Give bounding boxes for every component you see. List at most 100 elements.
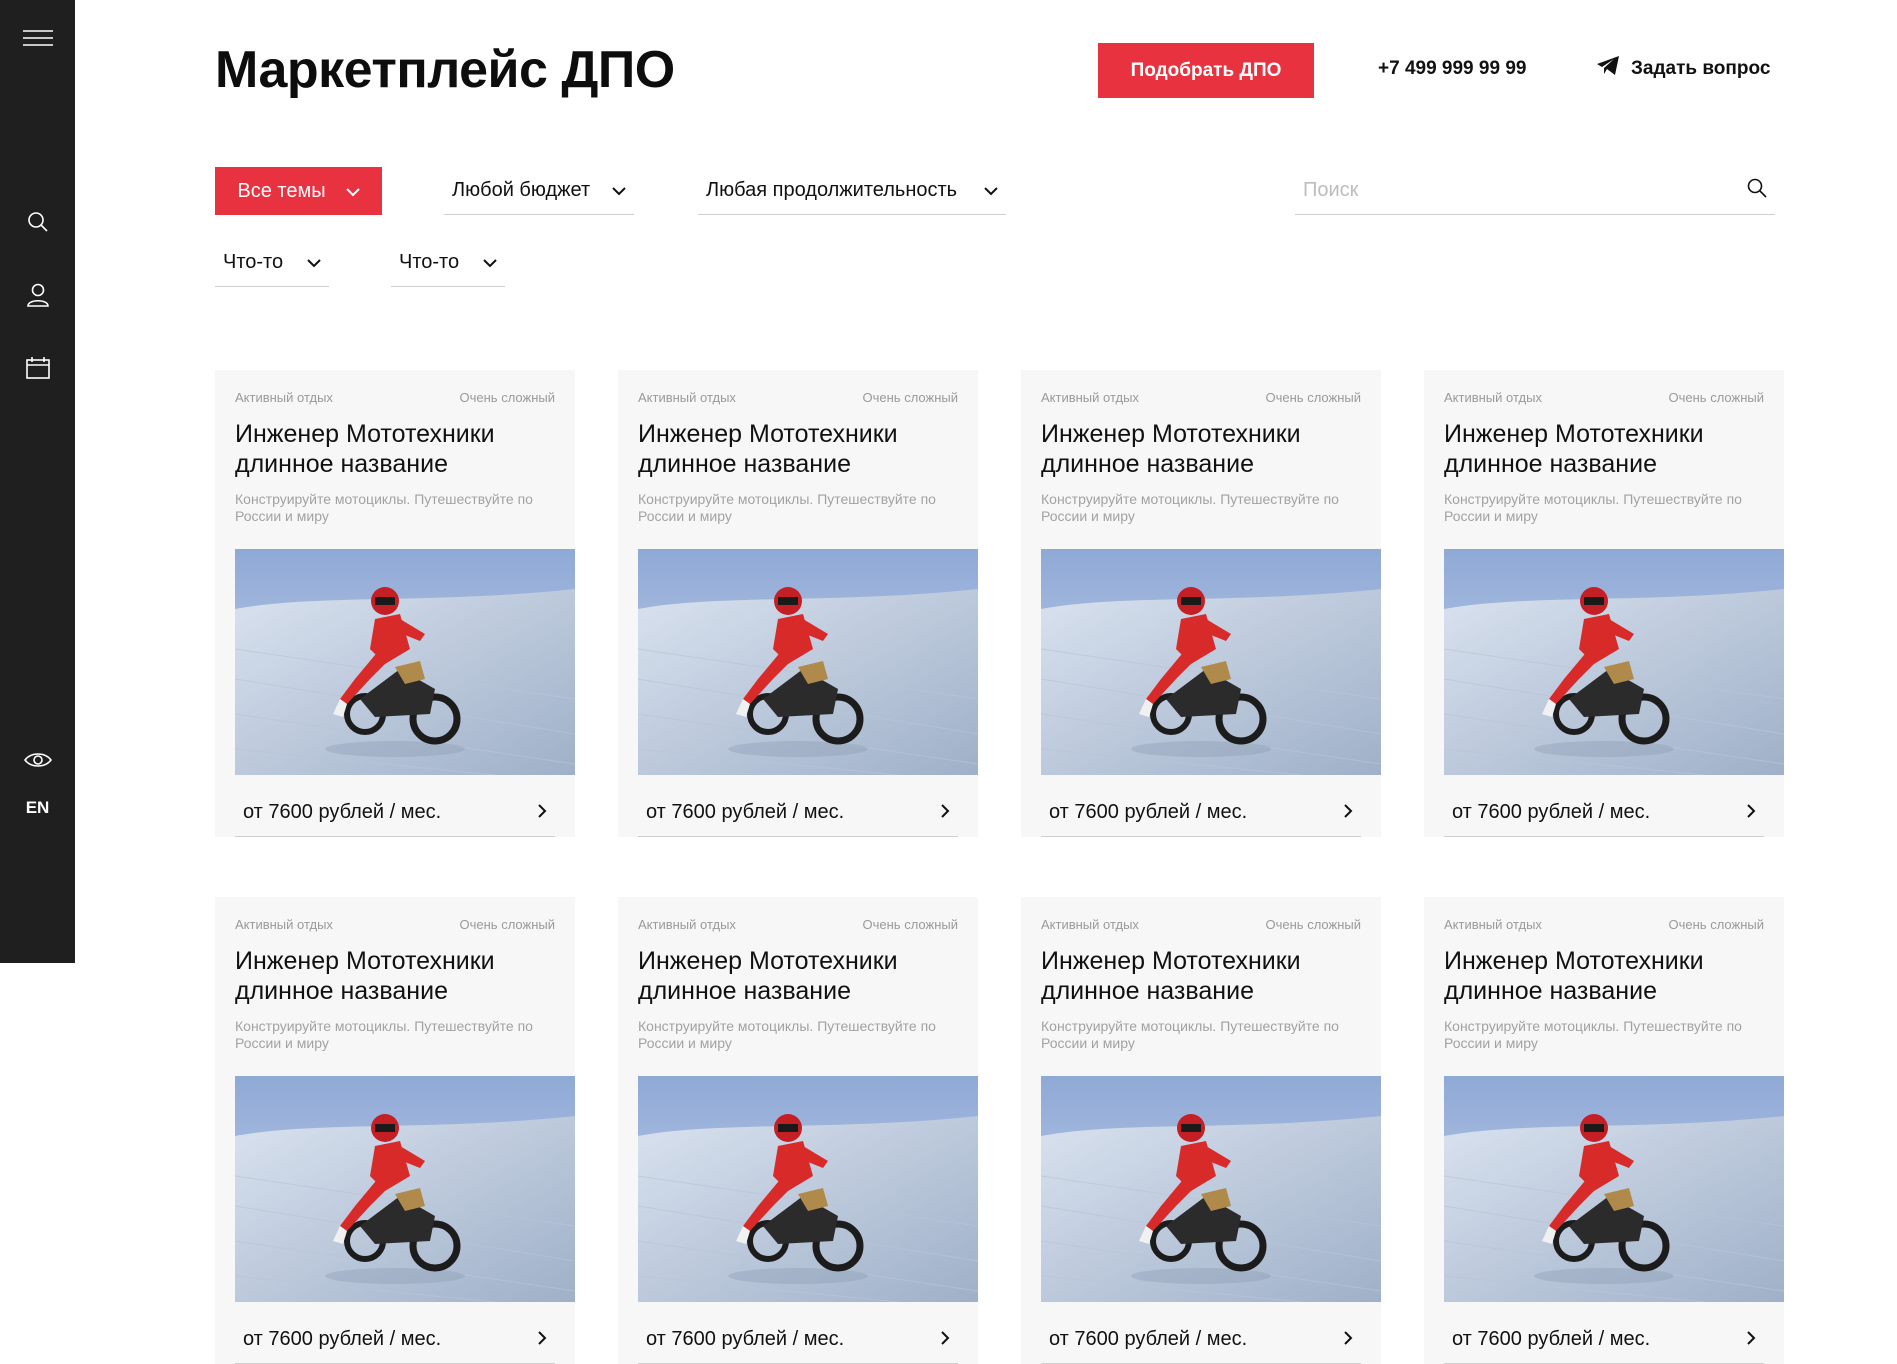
card-description: Конструируйте мотоциклы. Путешествуйте п…	[235, 1018, 533, 1051]
sidebar: EN	[0, 0, 75, 963]
card-category: Активный отдых	[235, 917, 333, 932]
card-title[interactable]: Инженер Мототехники длинное название	[1021, 932, 1381, 1006]
phone-link[interactable]: +7 499 999 99 99	[1378, 58, 1526, 80]
card-description: Конструируйте мотоциклы. Путешествуйте п…	[1444, 491, 1742, 524]
card-description: Конструируйте мотоциклы. Путешествуйте п…	[1041, 1018, 1339, 1051]
topics-filter-label: Все темы	[237, 179, 326, 202]
chevron-right-icon	[941, 1328, 950, 1351]
calendar-icon[interactable]	[0, 356, 75, 380]
card-price-link[interactable]: от 7600 рублей / мес.	[1444, 789, 1764, 837]
language-switch[interactable]: EN	[0, 798, 75, 818]
card-title[interactable]: Инженер Мототехники длинное название	[618, 932, 978, 1006]
eye-icon[interactable]	[0, 748, 75, 772]
card-title-line2: длинное название	[235, 977, 448, 1005]
card-difficulty: Очень сложный	[862, 917, 958, 932]
card-price: от 7600 рублей / мес.	[646, 801, 845, 823]
chevron-right-icon	[941, 801, 950, 824]
card-category: Активный отдых	[1444, 390, 1542, 405]
card-difficulty: Очень сложный	[1265, 917, 1361, 932]
page-title: Маркетплейс ДПО	[215, 41, 675, 99]
card-title[interactable]: Инженер Мототехники длинное название	[1424, 405, 1784, 479]
course-card[interactable]: Активный отдых Очень сложный Инженер Мот…	[1021, 897, 1381, 1364]
duration-filter[interactable]: Любая продолжительность	[698, 167, 1006, 215]
card-title-line2: длинное название	[1444, 450, 1657, 478]
chevron-right-icon	[538, 1328, 547, 1351]
card-title-line2: длинное название	[638, 450, 851, 478]
course-card[interactable]: Активный отдых Очень сложный Инженер Мот…	[1424, 370, 1784, 837]
card-title-line1: Инженер Мототехники	[235, 420, 495, 448]
card-difficulty: Очень сложный	[1668, 917, 1764, 932]
course-card[interactable]: Активный отдых Очень сложный Инженер Мот…	[1424, 897, 1784, 1364]
search-icon[interactable]	[1747, 178, 1767, 203]
card-price-link[interactable]: от 7600 рублей / мес.	[638, 1316, 958, 1364]
search-box[interactable]	[1295, 167, 1775, 215]
card-price: от 7600 рублей / мес.	[646, 1328, 845, 1350]
course-card[interactable]: Активный отдых Очень сложный Инженер Мот…	[215, 897, 575, 1364]
course-card[interactable]: Активный отдых Очень сложный Инженер Мот…	[618, 370, 978, 837]
card-image	[638, 1076, 978, 1302]
card-price: от 7600 рублей / мес.	[1049, 801, 1248, 823]
card-image	[235, 1076, 575, 1302]
card-price-link[interactable]: от 7600 рублей / мес.	[235, 789, 555, 837]
user-icon[interactable]	[0, 283, 75, 307]
card-price-link[interactable]: от 7600 рублей / мес.	[1444, 1316, 1764, 1364]
card-title-line2: длинное название	[1041, 977, 1254, 1005]
card-category: Активный отдых	[235, 390, 333, 405]
chevron-down-icon	[612, 179, 626, 202]
card-category: Активный отдых	[1041, 390, 1139, 405]
card-image	[1041, 1076, 1381, 1302]
extra-filter-1[interactable]: Что-то	[215, 239, 329, 287]
card-difficulty: Очень сложный	[459, 390, 555, 405]
card-description: Конструируйте мотоциклы. Путешествуйте п…	[1041, 491, 1339, 524]
card-title[interactable]: Инженер Мототехники длинное название	[215, 405, 575, 479]
card-title[interactable]: Инженер Мототехники длинное название	[1424, 932, 1784, 1006]
extra-filter-2-label: Что-то	[399, 251, 460, 273]
duration-filter-label: Любая продолжительность	[706, 179, 958, 201]
card-description: Конструируйте мотоциклы. Путешествуйте п…	[638, 491, 936, 524]
card-title-line1: Инженер Мототехники	[638, 420, 898, 448]
card-price-link[interactable]: от 7600 рублей / мес.	[235, 1316, 555, 1364]
card-price-link[interactable]: от 7600 рублей / мес.	[638, 789, 958, 837]
ask-question-link[interactable]: Задать вопрос	[1597, 56, 1770, 81]
card-title-line1: Инженер Мототехники	[1444, 947, 1704, 975]
card-title[interactable]: Инженер Мототехники длинное название	[618, 405, 978, 479]
card-title[interactable]: Инженер Мототехники длинное название	[1021, 405, 1381, 479]
chevron-right-icon	[1747, 1328, 1756, 1351]
course-card[interactable]: Активный отдых Очень сложный Инженер Мот…	[618, 897, 978, 1364]
card-title[interactable]: Инженер Мототехники длинное название	[215, 932, 575, 1006]
card-title-line2: длинное название	[1444, 977, 1657, 1005]
card-difficulty: Очень сложный	[1668, 390, 1764, 405]
extra-filter-2[interactable]: Что-то	[391, 239, 505, 287]
chevron-down-icon	[345, 180, 360, 203]
course-card[interactable]: Активный отдых Очень сложный Инженер Мот…	[1021, 370, 1381, 837]
card-price: от 7600 рублей / мес.	[1452, 801, 1651, 823]
card-title-line1: Инженер Мототехники	[638, 947, 898, 975]
extra-filter-1-label: Что-то	[223, 251, 284, 273]
card-title-line1: Инженер Мототехники	[1041, 420, 1301, 448]
card-price: от 7600 рублей / мес.	[1452, 1328, 1651, 1350]
course-card[interactable]: Активный отдых Очень сложный Инженер Мот…	[215, 370, 575, 837]
card-image	[1444, 1076, 1784, 1302]
card-image	[1041, 549, 1381, 775]
pick-dpo-button[interactable]: Подобрать ДПО	[1098, 43, 1314, 98]
card-price: от 7600 рублей / мес.	[1049, 1328, 1248, 1350]
card-price-link[interactable]: от 7600 рублей / мес.	[1041, 789, 1361, 837]
chevron-down-icon	[984, 179, 998, 202]
card-description: Конструируйте мотоциклы. Путешествуйте п…	[1444, 1018, 1742, 1051]
topics-filter[interactable]: Все темы	[215, 167, 382, 215]
telegram-icon	[1597, 56, 1619, 81]
budget-filter-label: Любой бюджет	[452, 179, 591, 201]
budget-filter[interactable]: Любой бюджет	[444, 167, 634, 215]
card-title-line1: Инженер Мототехники	[1444, 420, 1704, 448]
search-input[interactable]	[1303, 179, 1703, 202]
card-image	[638, 549, 978, 775]
chevron-right-icon	[1747, 801, 1756, 824]
chevron-down-icon	[307, 251, 321, 274]
card-price-link[interactable]: от 7600 рублей / мес.	[1041, 1316, 1361, 1364]
card-difficulty: Очень сложный	[1265, 390, 1361, 405]
card-difficulty: Очень сложный	[459, 917, 555, 932]
hamburger-menu-icon[interactable]	[0, 26, 75, 50]
card-difficulty: Очень сложный	[862, 390, 958, 405]
chevron-right-icon	[1344, 1328, 1353, 1351]
search-icon[interactable]	[0, 210, 75, 234]
